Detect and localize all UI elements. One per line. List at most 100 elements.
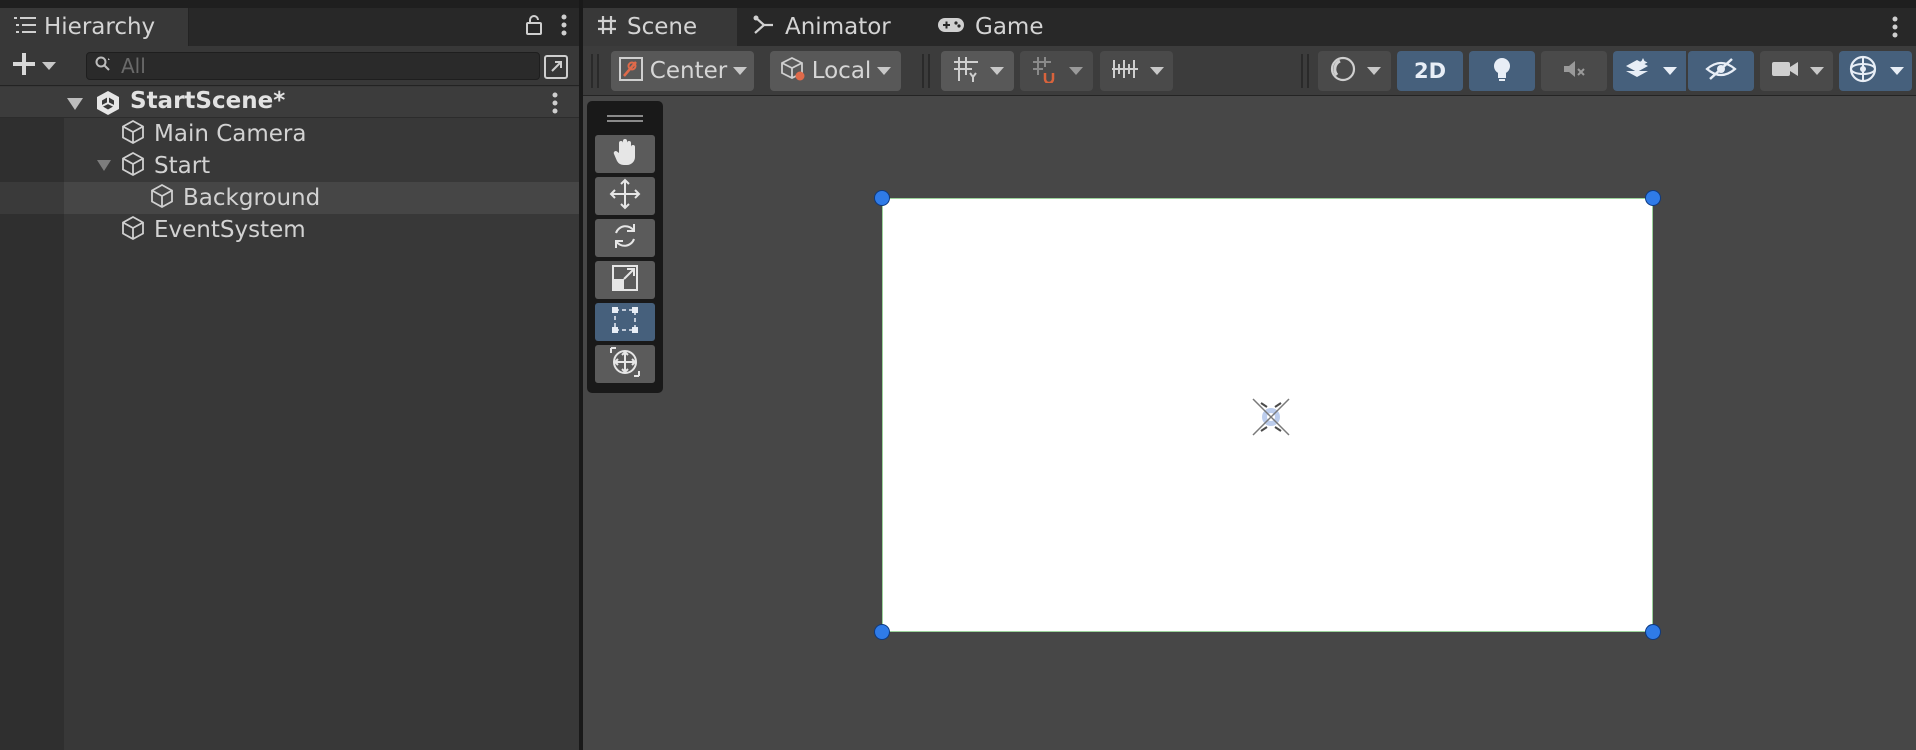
scale-tool-button[interactable] — [595, 261, 655, 299]
toggle-2d-label: 2D — [1413, 59, 1447, 83]
expand-arrow-icon[interactable] — [66, 96, 84, 115]
transform-combo-icon — [609, 346, 641, 382]
rect-handle-bottom-left[interactable] — [874, 624, 890, 640]
toggle-2d-button[interactable]: 2D — [1397, 51, 1463, 91]
plus-icon — [12, 52, 36, 80]
hierarchy-item-label: Background — [183, 185, 321, 211]
tab-game[interactable]: Game — [923, 8, 1043, 46]
search-icon — [95, 56, 113, 76]
tab-scene[interactable]: Scene — [583, 8, 737, 46]
rect-handle-bottom-right[interactable] — [1645, 624, 1661, 640]
local-cube-icon — [780, 56, 806, 86]
rect-transform-icon — [610, 305, 640, 339]
hierarchy-item-start[interactable]: Start — [64, 150, 579, 182]
grid-snapping-dropdown[interactable] — [1020, 51, 1093, 91]
hierarchy-item-label: EventSystem — [154, 217, 306, 243]
hand-icon — [611, 137, 639, 171]
camera-icon — [1770, 58, 1800, 84]
unity-scene-icon — [95, 90, 121, 120]
tab-scene-label: Scene — [627, 14, 698, 40]
hierarchy-item-label: Start — [154, 153, 211, 179]
hierarchy-item-main-camera[interactable]: Main Camera — [64, 118, 579, 150]
tab-hierarchy[interactable]: Hierarchy — [0, 8, 189, 46]
chevron-down-icon — [42, 62, 56, 70]
create-button[interactable] — [12, 52, 56, 80]
pivot-mode-dropdown[interactable]: Center — [611, 51, 754, 91]
gameobject-cube-icon — [120, 119, 146, 149]
row-gutter — [0, 182, 64, 214]
hierarchy-panel: Hierarchy All StartScene* Main Camera St… — [0, 0, 579, 750]
more-options-icon[interactable] — [561, 14, 567, 40]
tab-game-label: Game — [975, 14, 1044, 40]
animator-icon — [753, 15, 775, 39]
audio-toggle-button[interactable] — [1541, 51, 1607, 91]
effects-toggle-button[interactable] — [1613, 51, 1686, 91]
rotate-tool-button[interactable] — [595, 219, 655, 257]
gameobject-cube-icon — [120, 151, 146, 181]
gizmo-sphere-icon — [1848, 54, 1878, 88]
chevron-down-icon — [1366, 67, 1381, 75]
pivot-rotation-label: Local — [811, 58, 872, 84]
tool-palette — [587, 101, 663, 393]
window-top-strip — [0, 0, 579, 8]
hierarchy-item-label: Main Camera — [154, 121, 307, 147]
gamepad-icon — [937, 16, 965, 38]
grid-magnet-icon — [1031, 55, 1059, 87]
shading-sphere-icon — [1329, 55, 1357, 87]
chevron-down-icon — [989, 67, 1004, 75]
toolbar-grip[interactable] — [591, 54, 599, 88]
hierarchy-toolbar — [0, 46, 579, 86]
palette-grip[interactable] — [607, 115, 643, 117]
scene-tab-bar: Scene Animator Game — [583, 8, 1916, 46]
pivot-gizmo-icon[interactable] — [1247, 393, 1295, 445]
grid-hash-icon — [597, 15, 617, 39]
popout-icon[interactable] — [543, 54, 569, 84]
hidden-objects-toggle-button[interactable] — [1688, 51, 1754, 91]
transform-tool-button[interactable] — [595, 345, 655, 383]
draw-mode-dropdown[interactable] — [1318, 51, 1391, 91]
rect-tool-button[interactable] — [595, 303, 655, 341]
ruler-icon — [1110, 56, 1140, 86]
scene-root-row[interactable]: StartScene* — [0, 87, 579, 118]
grid-visibility-dropdown[interactable] — [941, 51, 1014, 91]
hierarchy-tab-bar: Hierarchy — [0, 8, 579, 46]
camera-settings-dropdown[interactable] — [1760, 51, 1833, 91]
lock-icon[interactable] — [525, 14, 543, 40]
speaker-muted-icon — [1561, 58, 1587, 84]
tab-hierarchy-label: Hierarchy — [44, 14, 156, 40]
window-top-strip — [583, 0, 1916, 8]
eye-hidden-icon — [1705, 57, 1737, 85]
tab-animator-label: Animator — [785, 14, 891, 40]
rect-handle-top-right[interactable] — [1645, 190, 1661, 206]
scene-more-options-icon[interactable] — [1892, 8, 1898, 46]
tab-animator[interactable]: Animator — [739, 8, 891, 46]
scene-more-options-icon[interactable] — [552, 92, 558, 118]
grid-snap-icon — [952, 55, 980, 87]
rotate-icon — [610, 221, 640, 255]
chevron-down-icon — [1889, 67, 1904, 75]
hierarchy-item-eventsystem[interactable]: EventSystem — [64, 214, 579, 246]
increment-snap-dropdown[interactable] — [1100, 51, 1173, 91]
toolbar-grip[interactable] — [1301, 54, 1309, 88]
scale-icon — [610, 263, 640, 297]
palette-grip[interactable] — [607, 120, 643, 122]
chevron-down-icon — [1809, 67, 1824, 75]
search-field[interactable] — [86, 52, 540, 80]
rect-handle-top-left[interactable] — [874, 190, 890, 206]
toolbar-grip[interactable] — [922, 54, 930, 88]
gizmos-dropdown[interactable] — [1839, 51, 1912, 91]
pivot-mode-label: Center — [649, 58, 728, 84]
lighting-toggle-button[interactable] — [1469, 51, 1535, 91]
gameobject-cube-icon — [149, 183, 175, 213]
move-tool-button[interactable] — [595, 177, 655, 215]
expand-arrow-icon[interactable] — [96, 157, 112, 176]
chevron-down-icon — [1068, 67, 1083, 75]
list-icon — [14, 16, 36, 38]
lightbulb-icon — [1491, 56, 1513, 86]
pivot-rotation-dropdown[interactable]: Local — [770, 51, 901, 91]
gameobject-cube-icon — [120, 215, 146, 245]
search-input[interactable] — [121, 54, 521, 78]
chevron-down-icon — [733, 67, 748, 75]
hand-tool-button[interactable] — [595, 135, 655, 173]
hierarchy-item-background[interactable]: Background — [0, 182, 579, 214]
